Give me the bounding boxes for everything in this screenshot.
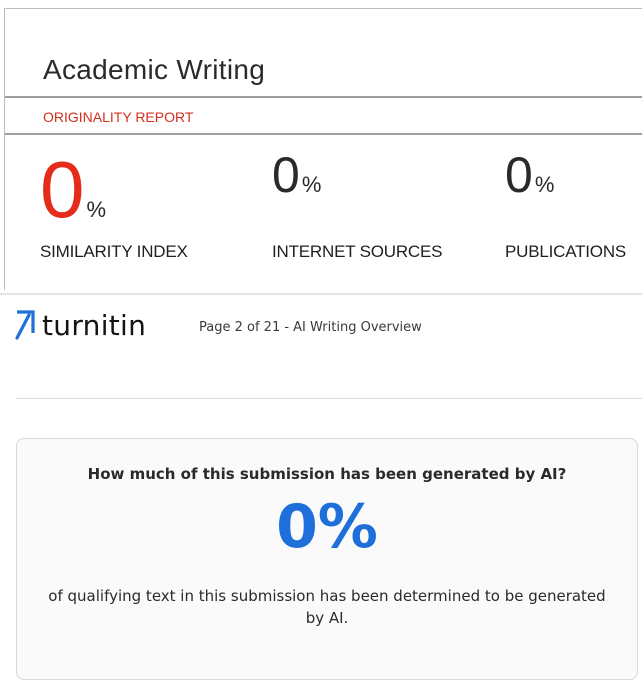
internet-sources-unit: % (301, 172, 322, 197)
ai-writing-overview: turnitin Page 2 of 21 - AI Writing Overv… (0, 293, 642, 680)
ai-percent: 0% (276, 492, 378, 562)
report-left-border (4, 8, 5, 290)
originality-report: Academic Writing ORIGINALITY REPORT 0% S… (0, 0, 642, 290)
header-divider (16, 398, 642, 399)
ai-question: How much of this submission has been gen… (87, 465, 567, 483)
publications-unit: % (534, 172, 555, 197)
turnitin-logo: turnitin (14, 308, 146, 342)
similarity-index-caption: SIMILARITY INDEX (40, 242, 188, 261)
internet-sources-value: 0 (272, 147, 300, 203)
turnitin-logo-text: turnitin (42, 308, 147, 342)
publications-metric: 0% PUBLICATIONS (505, 147, 626, 261)
page-info: Page 2 of 21 - AI Writing Overview (199, 320, 422, 335)
label-divider (5, 133, 642, 135)
title-divider (5, 96, 642, 98)
report-top-border (4, 8, 642, 9)
similarity-index-unit: % (86, 197, 107, 222)
publications-value: 0 (505, 147, 533, 203)
similarity-index-value: 0 (40, 145, 85, 234)
ai-description: of qualifying text in this submission ha… (48, 587, 606, 627)
turnitin-logo-icon (15, 310, 35, 340)
ai-score-card: How much of this submission has been gen… (16, 438, 638, 680)
similarity-index-metric: 0% SIMILARITY INDEX (40, 150, 188, 262)
originality-report-label: ORIGINALITY REPORT (43, 109, 194, 125)
report-title: Academic Writing (43, 54, 266, 85)
internet-sources-metric: 0% INTERNET SOURCES (272, 147, 442, 261)
publications-caption: PUBLICATIONS (505, 242, 627, 261)
panel-edge (0, 293, 642, 295)
internet-sources-caption: INTERNET SOURCES (272, 242, 443, 261)
